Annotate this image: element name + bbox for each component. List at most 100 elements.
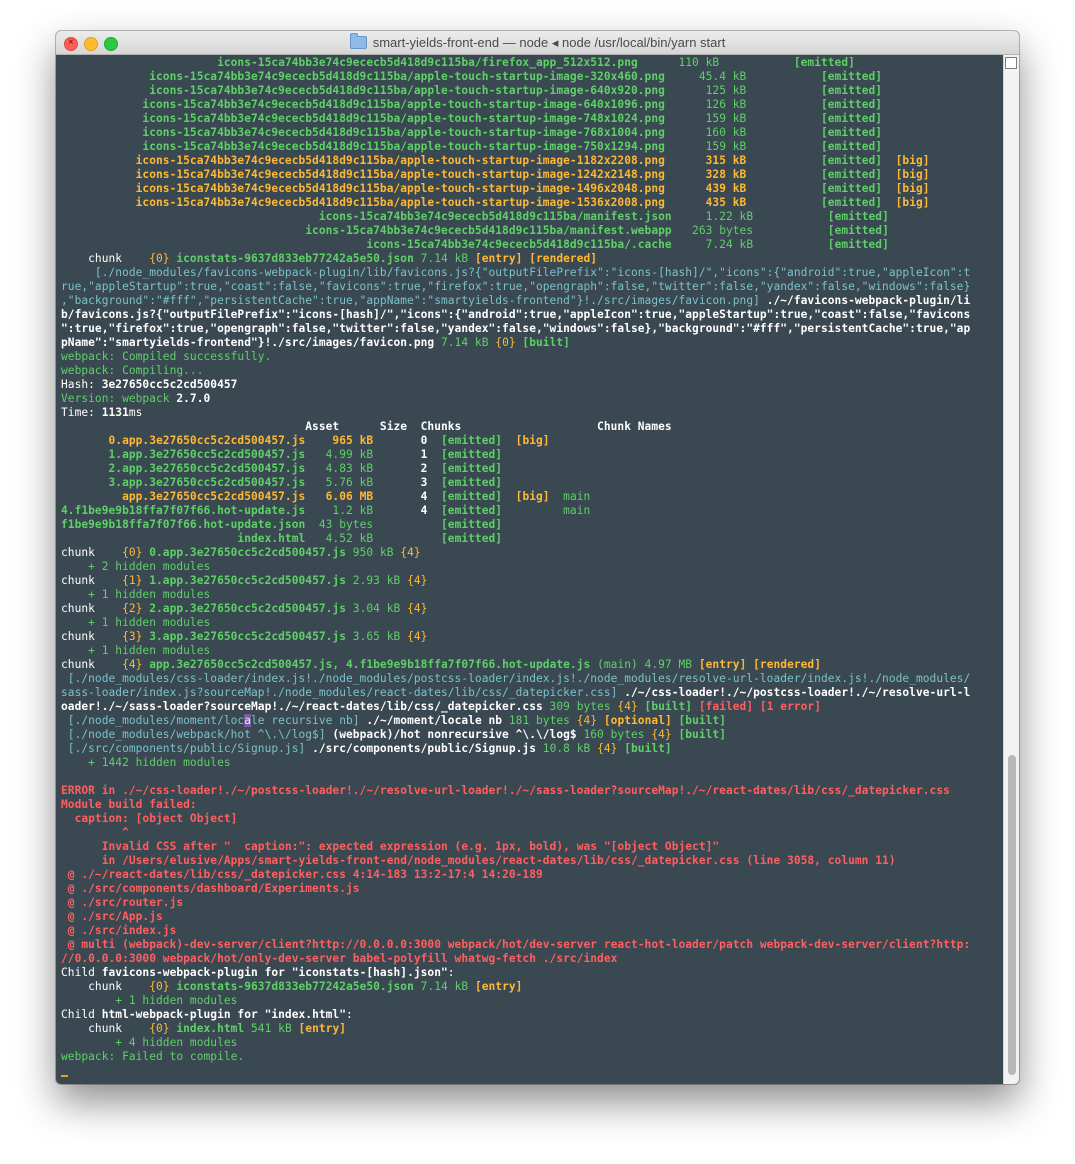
terminal-text: : bbox=[447, 966, 455, 979]
terminal-line: 3.app.3e27650cc5c2cd500457.js 5.76 kB 3 … bbox=[61, 476, 502, 490]
terminal-line: index.html 4.52 kB [emitted] bbox=[61, 532, 502, 546]
terminal-text: [big] bbox=[895, 196, 930, 209]
terminal-line: + 1 hidden modules bbox=[61, 994, 237, 1008]
terminal-text: 10.8 kB bbox=[536, 742, 598, 755]
terminal-line: 0.app.3e27650cc5c2cd500457.js 965 kB 0 [… bbox=[61, 434, 550, 448]
terminal-line: b/favicons.js?{"outputFilePrefix":"icons… bbox=[61, 308, 970, 322]
terminal-line: sass-loader/index.js?sourceMap!./node_mo… bbox=[61, 686, 970, 700]
terminal-text: icons-15ca74bb3e74c9ececb5d418d9c115ba/a… bbox=[61, 168, 665, 181]
terminal-text: 5.76 kB bbox=[305, 476, 380, 489]
terminal-text: chunk bbox=[61, 252, 150, 265]
terminal-text: webpack: Compiling... bbox=[61, 364, 204, 377]
terminal-text: (main) bbox=[597, 658, 645, 671]
terminal-text: webpack: Failed to compile. bbox=[61, 1050, 245, 1063]
terminal-line: //0.0.0.0:3000 webpack/hot/only-dev-serv… bbox=[61, 952, 617, 966]
terminal-text: 4.52 kB bbox=[305, 532, 380, 545]
terminal-line: + 1442 hidden modules bbox=[61, 756, 231, 770]
terminal-text: pName":"smartyields-frontend"}!./src/ima… bbox=[61, 336, 435, 349]
terminal-text: icons-15ca74bb3e74c9ececb5d418d9c115ba/m… bbox=[61, 210, 672, 223]
terminal-output[interactable]: icons-15ca74bb3e74c9ececb5d418d9c115ba/f… bbox=[56, 55, 1004, 1084]
title-bar[interactable]: × smart-yields-front-end — node ◂ node /… bbox=[56, 31, 1019, 55]
scroll-marker-icon bbox=[1005, 57, 1017, 69]
terminal-line: icons-15ca74bb3e74c9ececb5d418d9c115ba/a… bbox=[61, 126, 882, 140]
terminal-text: [entry] bbox=[298, 1022, 347, 1035]
terminal-text: + 2 hidden modules bbox=[61, 560, 211, 573]
terminal-text: 3 bbox=[379, 476, 441, 489]
terminal-line: icons-15ca74bb3e74c9ececb5d418d9c115ba/a… bbox=[61, 154, 930, 168]
terminal-text: main bbox=[549, 490, 591, 503]
terminal-text: [failed] bbox=[692, 700, 754, 713]
terminal-text: app.3e27650cc5c2cd500457.js bbox=[61, 490, 306, 503]
terminal-text: + 1 hidden modules bbox=[61, 644, 211, 657]
terminal-text: iconstats-9637d833eb77242a5e50.json bbox=[169, 980, 421, 993]
terminal-line: @ ./src/index.js bbox=[61, 924, 177, 938]
terminal-text: html-webpack-plugin for "index.html" bbox=[101, 1008, 346, 1021]
terminal-text: 1.app.3e27650cc5c2cd500457.js bbox=[142, 574, 353, 587]
terminal-line: Module build failed: bbox=[61, 798, 197, 812]
terminal-text: 7.14 kB bbox=[420, 252, 475, 265]
terminal-line: chunk {4} app.3e27650cc5c2cd500457.js, 4… bbox=[61, 658, 821, 672]
window-title: smart-yields-front-end — node ◂ node /us… bbox=[372, 34, 726, 50]
terminal-text: rue,"appleStartup":true,"coast":false,"f… bbox=[61, 280, 971, 293]
terminal-text: icons-15ca74bb3e74c9ececb5d418d9c115ba/a… bbox=[61, 70, 665, 83]
terminal-text: le recursive nb] bbox=[251, 714, 360, 727]
terminal-line: app.3e27650cc5c2cd500457.js 6.06 MB 4 [e… bbox=[61, 490, 590, 504]
terminal-text: 160 bytes bbox=[576, 728, 652, 741]
terminal-line: 2.app.3e27650cc5c2cd500457.js 4.83 kB 2 … bbox=[61, 462, 502, 476]
terminal-text: {4} bbox=[407, 602, 428, 615]
terminal-line: icons-15ca74bb3e74c9ececb5d418d9c115ba/a… bbox=[61, 182, 930, 196]
terminal-text: 3.65 kB bbox=[352, 630, 408, 643]
terminal-text: + 1 hidden modules bbox=[61, 588, 211, 601]
terminal-line: icons-15ca74bb3e74c9ececb5d418d9c115ba/f… bbox=[61, 56, 855, 70]
terminal-window[interactable]: × smart-yields-front-end — node ◂ node /… bbox=[56, 31, 1019, 1084]
terminal-text: icons-15ca74bb3e74c9ececb5d418d9c115ba/a… bbox=[61, 182, 665, 195]
terminal-text: [emitted] bbox=[441, 518, 503, 531]
scrollbar-thumb[interactable] bbox=[1008, 755, 1016, 1075]
terminal-text: {3} bbox=[122, 630, 143, 643]
terminal-text: [built] bbox=[671, 714, 727, 727]
terminal-text: Module build failed: bbox=[61, 798, 197, 811]
terminal-text: 7.14 kB bbox=[434, 336, 496, 349]
terminal-line: chunk {0} 0.app.3e27650cc5c2cd500457.js … bbox=[61, 546, 421, 560]
terminal-line: Asset Size Chunks Chunk Names bbox=[61, 420, 672, 434]
terminal-line: icons-15ca74bb3e74c9ececb5d418d9c115ba/a… bbox=[61, 98, 882, 112]
terminal-text: 4.99 kB bbox=[305, 448, 380, 461]
terminal-text: [big] bbox=[515, 490, 550, 503]
terminal-text: [./node_modules/favicons-webpack-plugin/… bbox=[61, 266, 971, 279]
terminal-text: icons-15ca74bb3e74c9ececb5d418d9c115ba/a… bbox=[61, 154, 665, 167]
terminal-text: [emitted] bbox=[820, 196, 883, 209]
terminal-text: icons-15ca74bb3e74c9ececb5d418d9c115ba/a… bbox=[61, 98, 665, 111]
terminal-text: [emitted] bbox=[441, 532, 503, 545]
scrollbar[interactable] bbox=[1003, 55, 1019, 1084]
terminal-line: Hash: 3e27650cc5c2cd500457 bbox=[61, 378, 237, 392]
terminal-text: [emitted] bbox=[441, 462, 503, 475]
terminal-text: 160 kB bbox=[664, 126, 821, 139]
terminal-text: 6.06 MB bbox=[305, 490, 380, 503]
terminal-text: 43 bytes bbox=[305, 518, 380, 531]
terminal-line: @ multi (webpack)-dev-server/client?http… bbox=[61, 938, 970, 952]
terminal-text: 1.app.3e27650cc5c2cd500457.js bbox=[61, 448, 306, 461]
terminal-text: Child bbox=[61, 966, 102, 979]
terminal-text: [emitted] bbox=[441, 434, 503, 447]
terminal-line: in /Users/elusive/Apps/smart-yields-fron… bbox=[61, 854, 896, 868]
terminal-text: [emitted] bbox=[820, 182, 883, 195]
terminal-text: 309 bytes bbox=[542, 700, 618, 713]
terminal-line: ERROR in ./~/css-loader!./~/postcss-load… bbox=[61, 784, 950, 798]
terminal-text: {1} bbox=[122, 574, 143, 587]
terminal-text: 3e27650cc5c2cd500457 bbox=[101, 378, 238, 391]
terminal-line: @ ./src/components/dashboard/Experiments… bbox=[61, 882, 360, 896]
terminal-text: 950 kB bbox=[352, 546, 401, 559]
terminal-text: 1.2 kB bbox=[305, 504, 380, 517]
terminal-text: [big] bbox=[895, 154, 930, 167]
terminal-text: [entry] bbox=[474, 980, 523, 993]
terminal-text: [emitted] bbox=[441, 504, 503, 517]
terminal-text: [emitted] bbox=[827, 210, 889, 223]
terminal-text: 965 kB bbox=[305, 434, 380, 447]
terminal-text: [emitted] bbox=[441, 490, 503, 503]
window-title-container: smart-yields-front-end — node ◂ node /us… bbox=[56, 31, 1019, 54]
terminal-text: 7.14 kB bbox=[420, 980, 475, 993]
